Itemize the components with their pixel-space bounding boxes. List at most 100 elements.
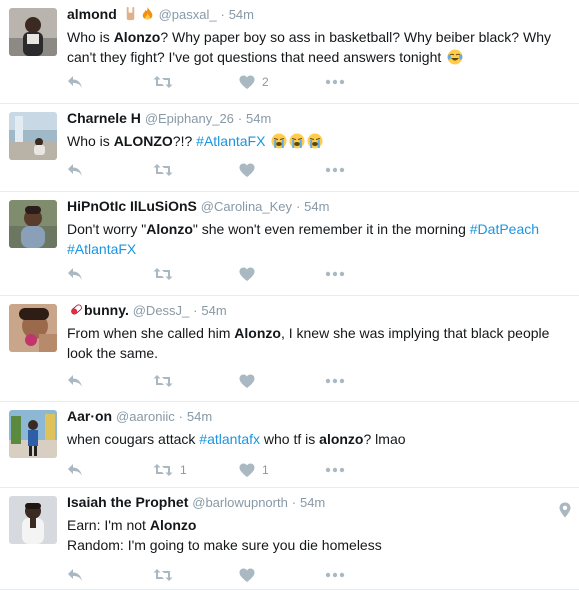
- tweet[interactable]: Isaiah the Prophet @barlowupnorth · 54m E…: [0, 488, 579, 590]
- tweet-header: HiPnOtIc IlLuSiOnS @Carolina_Key · 54m: [67, 197, 569, 216]
- display-name[interactable]: HiPnOtIc IlLuSiOnS: [67, 198, 197, 214]
- tweet-header: almond @pasxal_ · 54m: [67, 5, 569, 24]
- retweet-button[interactable]: [153, 374, 239, 388]
- retweet-icon: [153, 75, 173, 89]
- username[interactable]: @DessJ_: [133, 303, 190, 318]
- search-term-highlight: Alonzo: [146, 221, 193, 237]
- avatar[interactable]: [9, 304, 57, 352]
- retweet-button[interactable]: [153, 568, 239, 582]
- more-icon: [325, 271, 345, 277]
- reply-button[interactable]: [67, 568, 153, 582]
- like-button[interactable]: [239, 568, 325, 583]
- display-name[interactable]: Aar·on: [67, 408, 112, 424]
- tweet-text: Don't worry "Alonzo" she won't even reme…: [67, 219, 569, 259]
- avatar[interactable]: [9, 410, 57, 458]
- more-button[interactable]: [325, 467, 411, 473]
- timeline: almond @pasxal_ · 54m Who is Alonzo? Why …: [0, 0, 579, 590]
- display-name[interactable]: Charnele H: [67, 110, 141, 126]
- more-icon: [325, 79, 345, 85]
- tweet[interactable]: Aar·on @aaroniic · 54m when cougars attac…: [0, 402, 579, 488]
- tweet-text: when cougars attack #atlantafx who tf is…: [67, 429, 569, 449]
- tweet-header: bunny. @DessJ_ · 54m: [67, 301, 569, 320]
- retweet-icon: [153, 163, 173, 177]
- tweet[interactable]: almond @pasxal_ · 54m Who is Alonzo? Why …: [0, 0, 579, 104]
- timestamp[interactable]: 54m: [246, 111, 271, 126]
- text-segment: ? lmao: [363, 431, 406, 447]
- hashtag-link[interactable]: #atlantafx: [199, 431, 260, 447]
- avatar[interactable]: [9, 112, 57, 160]
- reply-button[interactable]: [67, 374, 153, 388]
- fire-icon: [142, 6, 153, 20]
- tweet-text: Who is ALONZO?!? #AtlantaFX: [67, 131, 569, 151]
- heart-icon: [239, 463, 255, 478]
- hashtag-link[interactable]: #AtlantaFX: [67, 241, 136, 257]
- retweet-button[interactable]: [153, 267, 239, 281]
- tweet-actions: [67, 160, 411, 180]
- tweet[interactable]: HiPnOtIc IlLuSiOnS @Carolina_Key · 54m Do…: [0, 192, 579, 296]
- display-name[interactable]: Isaiah the Prophet: [67, 494, 188, 510]
- timestamp[interactable]: 54m: [304, 199, 329, 214]
- reply-icon: [67, 568, 83, 582]
- heart-icon: [239, 568, 255, 583]
- username[interactable]: @Carolina_Key: [201, 199, 292, 214]
- tweet-text: Earn: I'm not Alonzo Random: I'm going to…: [67, 515, 569, 555]
- reply-icon: [67, 374, 83, 388]
- heart-icon: [239, 267, 255, 282]
- avatar[interactable]: [9, 200, 57, 248]
- more-button[interactable]: [325, 271, 411, 277]
- text-segment: Earn: I'm not: [67, 517, 150, 533]
- tweet-actions: [67, 264, 411, 284]
- more-button[interactable]: [325, 572, 411, 578]
- search-term-highlight: Alonzo: [113, 29, 161, 45]
- tweet-header: Aar·on @aaroniic · 54m: [67, 407, 569, 426]
- pill-icon: [71, 304, 82, 315]
- avatar[interactable]: [9, 8, 57, 56]
- tweet-text: From when she called him Alonzo, I knew …: [67, 323, 569, 363]
- timestamp[interactable]: 54m: [201, 303, 226, 318]
- text-segment: who tf is: [260, 431, 320, 447]
- like-button[interactable]: [239, 374, 325, 389]
- like-button[interactable]: [239, 163, 325, 178]
- retweet-count: 1: [180, 463, 187, 477]
- more-button[interactable]: [325, 79, 411, 85]
- tweet-actions: 2: [67, 72, 411, 92]
- tweet[interactable]: Charnele H @Epiphany_26 · 54m Who is ALON…: [0, 104, 579, 192]
- reply-button[interactable]: [67, 267, 153, 281]
- reply-button[interactable]: [67, 463, 153, 477]
- retweet-button[interactable]: [153, 163, 239, 177]
- location-pin-icon[interactable]: [559, 502, 571, 523]
- hashtag-link[interactable]: #DatPeach: [470, 221, 539, 237]
- username[interactable]: @barlowupnorth: [192, 495, 288, 510]
- like-button[interactable]: 2: [239, 75, 325, 90]
- text-segment: [265, 133, 269, 149]
- username[interactable]: @Epiphany_26: [145, 111, 234, 126]
- avatar[interactable]: [9, 496, 57, 544]
- tweet-actions: [67, 565, 411, 585]
- text-segment: Who is: [67, 133, 114, 149]
- display-name[interactable]: almond: [67, 6, 117, 22]
- search-term-highlight: alonzo: [319, 431, 364, 447]
- timestamp[interactable]: 54m: [300, 495, 325, 510]
- retweet-button[interactable]: 1: [153, 463, 239, 477]
- text-segment: " she won't even remember it in the morn…: [192, 221, 470, 237]
- reply-button[interactable]: [67, 75, 153, 89]
- username[interactable]: @pasxal_: [159, 7, 217, 22]
- more-button[interactable]: [325, 378, 411, 384]
- more-icon: [325, 467, 345, 473]
- hashtag-link[interactable]: #AtlantaFX: [196, 133, 265, 149]
- like-button[interactable]: 1: [239, 463, 325, 478]
- retweet-icon: [153, 568, 173, 582]
- like-button[interactable]: [239, 267, 325, 282]
- reply-button[interactable]: [67, 163, 153, 177]
- more-button[interactable]: [325, 167, 411, 173]
- tweet[interactable]: bunny. @DessJ_ · 54m From when she called…: [0, 296, 579, 402]
- display-name[interactable]: bunny.: [84, 302, 129, 318]
- reply-icon: [67, 163, 83, 177]
- separator: ·: [178, 409, 183, 424]
- timestamp[interactable]: 54m: [187, 409, 212, 424]
- username[interactable]: @aaroniic: [116, 409, 175, 424]
- timestamp[interactable]: 54m: [229, 7, 254, 22]
- reply-icon: [67, 463, 83, 477]
- text-segment: From when she called him: [67, 325, 235, 341]
- retweet-button[interactable]: [153, 75, 239, 89]
